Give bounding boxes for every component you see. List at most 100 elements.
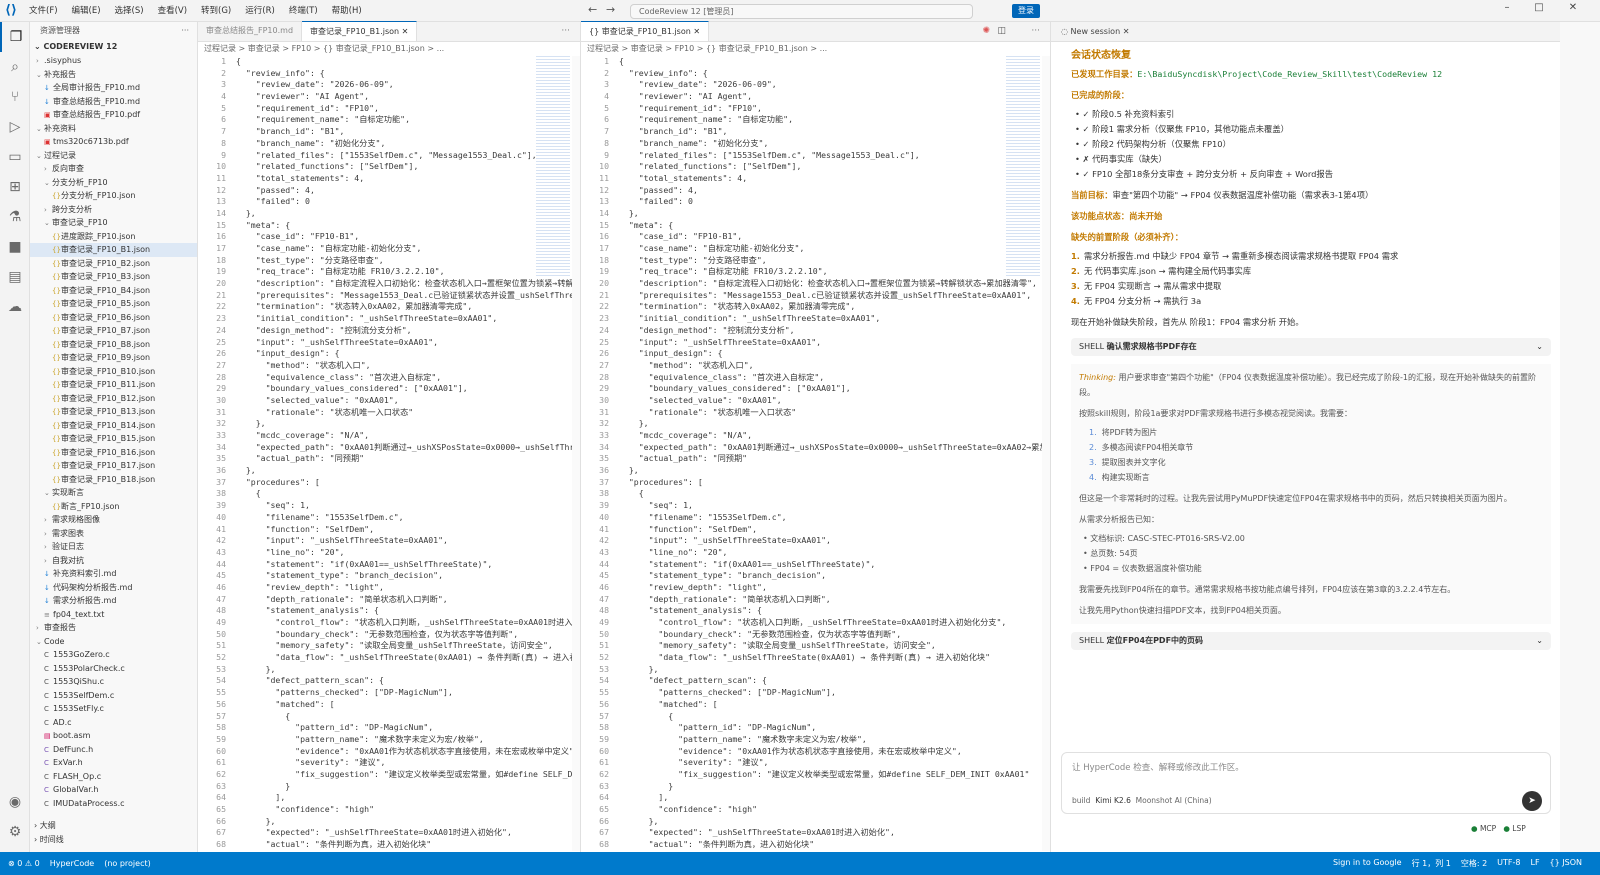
code-line[interactable]: "statement_analysis": { — [619, 605, 1050, 617]
minimap[interactable] — [1006, 56, 1040, 276]
code-line[interactable]: "mcdc_coverage": "N/A", — [236, 430, 580, 442]
tree-file[interactable]: {}审查记录_FP10_B1.json — [30, 243, 197, 257]
tree-file[interactable]: {}断言_FP10.json — [30, 500, 197, 514]
code-line[interactable]: }, — [619, 418, 1050, 430]
code-line[interactable]: "pattern_id": "DP-MagicNum", — [236, 722, 580, 734]
tree-file[interactable]: {}进度跟踪_FP10.json — [30, 230, 197, 244]
tree-file[interactable]: C DefFunc.h — [30, 743, 197, 757]
code-line[interactable]: "equivalence_class": "首次进入自标定", — [619, 372, 1050, 384]
terminal-icon[interactable]: ▤ — [0, 262, 30, 292]
code-line[interactable]: "statement_type": "branch_decision", — [619, 570, 1050, 582]
shell-block-1[interactable]: SHELL 确认需求规格书PDF存在 ⌄ — [1071, 338, 1551, 356]
code-line[interactable]: "evidence": "0xAA01作为状态机状态字直接使用，未在宏或枚举中定… — [619, 746, 1050, 758]
code-line[interactable]: "method": "状态机入口", — [619, 360, 1050, 372]
chat-icon[interactable]: ■ — [0, 232, 30, 262]
run-debug-icon[interactable]: ▷ — [0, 112, 30, 142]
statusbar-item[interactable]: LF — [1530, 858, 1539, 869]
code-line[interactable]: } — [619, 781, 1050, 793]
tree-file[interactable]: ↓ 需求分析报告.md — [30, 594, 197, 608]
explorer-icon[interactable]: ❐ — [0, 22, 30, 52]
code-line[interactable]: "requirement_name": "自标定功能", — [236, 114, 580, 126]
tree-folder[interactable]: ⌄ 分支分析_FP10 — [30, 176, 197, 190]
menu-item[interactable]: 选择(S) — [108, 0, 151, 22]
tree-file[interactable]: ▤ boot.asm — [30, 729, 197, 743]
code-line[interactable]: "control_flow": "状态机入口判断，_ushSelfThreeSt… — [236, 617, 580, 629]
code-line[interactable]: "input": "_ushSelfThreeState=0xAA01", — [619, 535, 1050, 547]
code-line[interactable]: "fix_suggestion": "建议定义枚举类型或宏常量，如#define… — [619, 769, 1050, 781]
code-line[interactable]: "meta": { — [619, 220, 1050, 232]
code-line[interactable]: "total_statements": 4, — [236, 173, 580, 185]
code-line[interactable]: { — [236, 711, 580, 723]
code-line[interactable]: "rationale": "状态机唯一入口状态" — [236, 407, 580, 419]
close-tab-icon[interactable]: ✕ — [402, 27, 409, 36]
manage-gear-icon[interactable]: ⚙ — [0, 817, 30, 847]
tree-folder[interactable]: ⌄ 实现断言 — [30, 486, 197, 500]
code-line[interactable]: "confidence": "high" — [619, 804, 1050, 816]
code-line[interactable]: ], — [236, 792, 580, 804]
maximize-icon[interactable]: □ — [1532, 2, 1546, 13]
source-control-icon[interactable]: ⑂ — [0, 82, 30, 112]
code-line[interactable]: }, — [236, 208, 580, 220]
testing-icon[interactable]: ⚗ — [0, 202, 30, 232]
statusbar-item[interactable]: 行 1，列 1 — [1412, 858, 1451, 869]
tree-folder[interactable]: ⌄ 补充资料 — [30, 122, 197, 136]
tree-file[interactable]: ↓ 全局审计报告_FP10.md — [30, 81, 197, 95]
code-text[interactable]: { "review_info": { "review_date": "2026-… — [236, 56, 580, 851]
code-line[interactable]: "input": "_ushSelfThreeState=0xAA01", — [236, 535, 580, 547]
code-line[interactable]: "related_files": ["1553SelfDem.c", "Mess… — [619, 150, 1050, 162]
code-line[interactable]: "filename": "1553SelfDem.c", — [619, 512, 1050, 524]
cloud-icon[interactable]: ☁ — [0, 292, 30, 322]
code-line[interactable]: "data_flow": "_ushSelfThreeState(0xAA01)… — [619, 652, 1050, 664]
editor2-breadcrumb[interactable]: 过程记录 > 审查记录 > FP10 > {} 审查记录_FP10_B1.jso… — [581, 42, 1050, 56]
tree-file[interactable]: {}分支分析_FP10.json — [30, 189, 197, 203]
editor2-tab-b1[interactable]: {} 审查记录_FP10_B1.json ✕ — [581, 21, 710, 41]
code-line[interactable]: "test_type": "分支路径审查", — [236, 255, 580, 267]
tree-folder[interactable]: ⌄ 审查记录_FP10 — [30, 216, 197, 230]
code-line[interactable]: "req_trace": "自标定功能 FR10/3.2.2.10", — [619, 266, 1050, 278]
editor2-more-icon[interactable]: ··· — [1031, 26, 1040, 36]
shell-block-2[interactable]: SHELL 定位FP04在PDF中的页码 ⌄ — [1071, 632, 1551, 650]
code-line[interactable]: "fix_suggestion": "建议定义枚举类型或宏常量，如#define… — [236, 769, 580, 781]
tree-folder[interactable]: › 自我对抗 — [30, 554, 197, 568]
outline-section[interactable]: › 大纲 — [30, 819, 197, 833]
code-line[interactable]: "rationale": "状态机唯一入口状态" — [619, 407, 1050, 419]
statusbar-item[interactable]: (no project) — [104, 859, 151, 868]
code-line[interactable]: "related_functions": ["SelfDem"], — [619, 161, 1050, 173]
tree-file[interactable]: C 1553GoZero.c — [30, 648, 197, 662]
code-line[interactable]: "function": "SelfDem", — [619, 524, 1050, 536]
code-line[interactable]: }, — [619, 465, 1050, 477]
chat-input-placeholder[interactable]: 让 HyperCode 检查、解释或修改此工作区。 — [1072, 761, 1244, 773]
code-line[interactable]: "procedures": [ — [236, 477, 580, 489]
timeline-section[interactable]: › 时间线 — [30, 833, 197, 847]
code-line[interactable]: }, — [619, 664, 1050, 676]
code-line[interactable]: "reviewer": "AI Agent", — [619, 91, 1050, 103]
code-line[interactable]: "actual": "条件判断为真，进入初始化块" — [236, 839, 580, 851]
model-selector[interactable]: build Kimi K2.6 Moonshot AI (China) — [1072, 796, 1212, 805]
code-line[interactable]: "total_statements": 4, — [619, 173, 1050, 185]
editor1-tab-summary[interactable]: 审查总结报告_FP10.md — [198, 21, 303, 41]
chat-tab-label[interactable]: New session — [1071, 27, 1121, 36]
editor1-more-icon[interactable]: ··· — [561, 26, 570, 36]
tree-file[interactable]: {}审查记录_FP10_B14.json — [30, 419, 197, 433]
code-line[interactable]: "review_depth": "light", — [236, 582, 580, 594]
code-line[interactable]: "termination": "状态转入0xAA02，累加器清零完成", — [619, 301, 1050, 313]
code-line[interactable]: ], — [619, 792, 1050, 804]
code-line[interactable]: "branch_id": "B1", — [619, 126, 1050, 138]
code-line[interactable]: "pattern_name": "魔术数字未定义为宏/枚举", — [236, 734, 580, 746]
code-line[interactable]: "seq": 1, — [619, 500, 1050, 512]
tree-file[interactable]: C FLASH_Op.c — [30, 770, 197, 784]
workspace-root[interactable]: ⌄ CODEREVIEW 12 — [30, 40, 197, 54]
tree-file[interactable]: C 1553SelfDem.c — [30, 689, 197, 703]
code-line[interactable]: "evidence": "0xAA01作为状态机状态字直接使用，未在宏或枚举中定… — [236, 746, 580, 758]
code-line[interactable]: "review_date": "2026-06-09", — [619, 79, 1050, 91]
code-line[interactable]: { — [619, 711, 1050, 723]
forward-arrow-icon[interactable]: → — [606, 3, 615, 16]
code-line[interactable]: "expected": "_ushSelfThreeState=0xAA01时进… — [236, 827, 580, 839]
split-editor-icon[interactable]: ◫ — [997, 26, 1006, 36]
more-actions-icon[interactable]: ··· — [181, 22, 189, 40]
code-line[interactable]: "test_type": "分支路径审查", — [619, 255, 1050, 267]
code-line[interactable]: "prerequisites": "Message1553_Deal.c已验证锁… — [236, 290, 580, 302]
menu-item[interactable]: 转到(G) — [194, 0, 238, 22]
tree-folder[interactable]: › 审查报告 — [30, 621, 197, 635]
code-line[interactable]: "meta": { — [236, 220, 580, 232]
